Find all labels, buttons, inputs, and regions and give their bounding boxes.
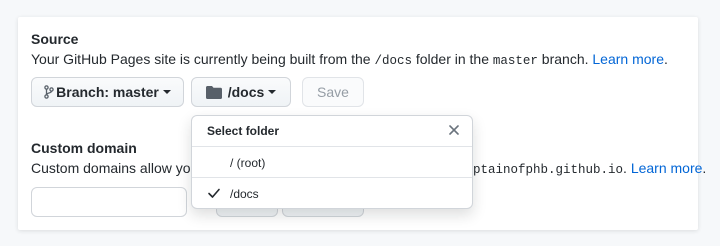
source-title: Source <box>31 31 79 47</box>
folder-select-label: /docs <box>227 84 265 100</box>
source-branch-code: master <box>492 54 538 68</box>
select-folder-menu: Select folder / (root) /docs <box>191 115 473 209</box>
custom-domain-description: Custom domains allow you <box>31 160 198 176</box>
save-button[interactable]: Save <box>302 77 364 107</box>
branch-select-label: Branch: master <box>56 84 159 100</box>
folder-option-label: /docs <box>230 187 259 201</box>
chevron-down-icon <box>162 90 171 94</box>
custom-domain-period: . <box>702 160 707 176</box>
folder-select-button[interactable]: /docs <box>191 77 291 107</box>
select-folder-header: Select folder <box>192 116 472 147</box>
close-icon[interactable] <box>446 122 462 138</box>
check-icon <box>207 186 221 200</box>
folder-icon <box>205 85 222 99</box>
chevron-down-icon <box>268 90 277 94</box>
branch-select-button[interactable]: Branch: master <box>31 77 184 107</box>
source-period: . <box>663 51 668 67</box>
source-desc-suffix: branch. <box>537 51 593 67</box>
source-desc-prefix: Your GitHub Pages site is currently bein… <box>31 51 375 67</box>
folder-option-docs[interactable]: /docs <box>192 178 472 209</box>
folder-option-root[interactable]: / (root) <box>192 147 472 178</box>
source-description: Your GitHub Pages site is currently bein… <box>31 51 668 68</box>
select-folder-title: Select folder <box>207 124 280 138</box>
custom-domain-description-tail: ptainofphb.github.io. Learn more. <box>473 160 706 177</box>
custom-domain-desc-prefix: Custom domains allow you <box>31 160 199 176</box>
folder-option-label: / (root) <box>230 156 266 170</box>
source-learn-more-link[interactable]: Learn more <box>592 51 664 67</box>
custom-domain-desc-suffix: . <box>623 160 631 176</box>
source-desc-mid: folder in the <box>411 51 493 67</box>
custom-domain-code: ptainofphb.github.io <box>473 163 624 177</box>
custom-domain-title: Custom domain <box>31 140 137 156</box>
custom-domain-learn-more-link[interactable]: Learn more <box>631 160 703 176</box>
custom-domain-input[interactable] <box>31 187 187 217</box>
source-folder-code: /docs <box>374 54 412 68</box>
git-branch-icon <box>44 85 54 99</box>
